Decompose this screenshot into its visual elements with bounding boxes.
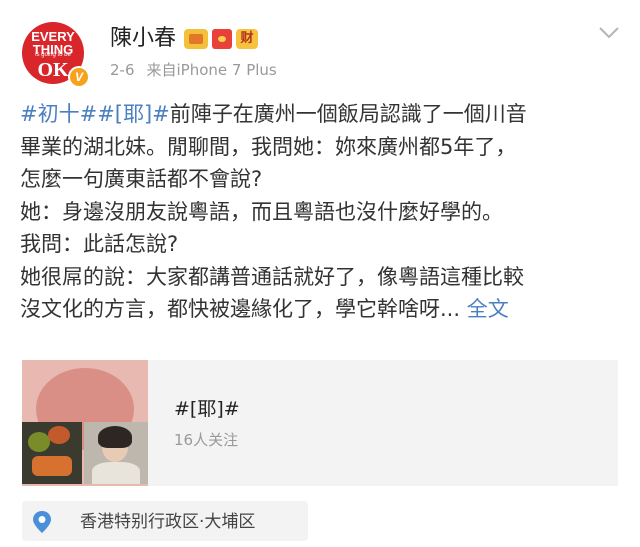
avatar-text-going: is going to be [35,52,71,58]
crown-badge-icon[interactable] [184,29,208,49]
post-line-7: 沒文化的方言，都快被邊緣化了，學它幹啥呀... 全文 [20,293,620,326]
chevron-down-icon[interactable] [598,24,620,42]
location-tag[interactable]: 香港特别行政区·大埔区 [22,501,308,541]
post-body: #初十##[耶]#前陣子在廣州一個飯局認識了一個川音 畢業的湖北妹。閒聊間，我問… [20,98,620,326]
topic-title: #[耶]# [174,398,240,420]
topic-followers: 16人关注 [174,431,239,449]
post-line-4: 她：身邊沒朋友說粵語，而且粵語也沒什麼好學的。 [20,199,503,224]
hashtag-link[interactable]: #初十##[耶]# [20,102,170,126]
verified-icon: V [68,66,90,88]
post-line-5: 我問：此話怎說? [20,232,179,256]
post-line-1: #初十##[耶]#前陣子在廣州一個飯局認識了一個川音 [20,98,620,131]
post-line-3: 怎麼一句廣東話都不會說? [20,167,263,191]
cai-badge-icon[interactable]: 财 [236,29,258,49]
post-line-6: 她很屌的說：大家都講普通話就好了，像粵語這種比較 [20,264,524,289]
red-envelope-badge-icon[interactable] [212,29,232,49]
topic-card[interactable]: #[耶]# 16人关注 [22,360,618,486]
post-line-7-text: 沒文化的方言，都快被邊緣化了，學它幹啥呀... [20,297,461,321]
username[interactable]: 陳小春 [110,24,176,54]
location-text: 香港特别行政区·大埔区 [80,512,256,532]
location-pin-icon [33,511,51,533]
full-text-link[interactable]: 全文 [467,297,509,321]
post-line-2: 畢業的湖北妹。閒聊間，我問她：妳來廣州都5年了， [20,134,517,159]
fruit-thumbnail [22,422,82,484]
person-thumbnail [84,422,148,484]
post-line-1-text: 前陣子在廣州一個飯局認識了一個川音 [169,102,527,126]
post-date: 2-6 [110,61,135,79]
post-source[interactable]: 来自iPhone 7 Plus [147,61,277,79]
post-meta: 2-6 来自iPhone 7 Plus [110,60,277,80]
topic-cover-image [22,360,148,486]
